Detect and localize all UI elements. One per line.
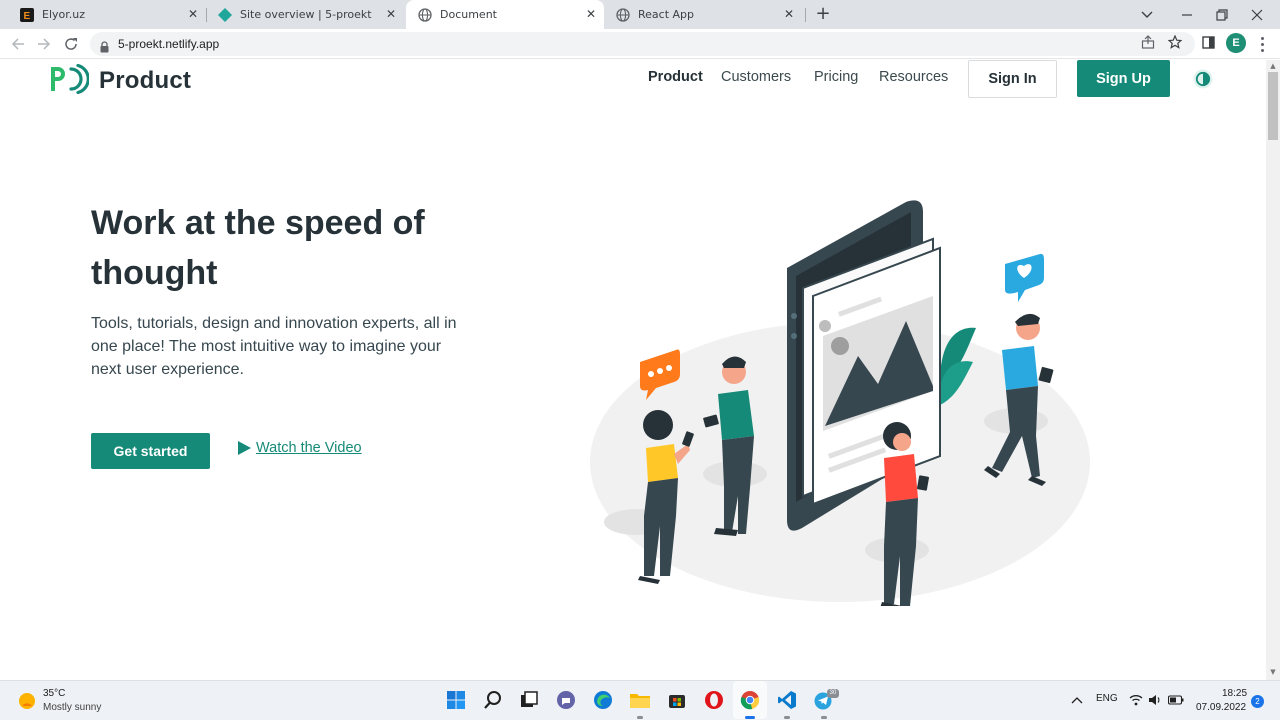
hero-title: Work at the speed of thought bbox=[91, 204, 425, 292]
tab-search-icon[interactable] bbox=[1130, 0, 1164, 29]
side-panel-icon[interactable] bbox=[1200, 34, 1216, 50]
app-running-indicator bbox=[637, 716, 643, 719]
globe-icon bbox=[616, 7, 630, 22]
play-icon bbox=[238, 441, 251, 455]
edge-browser-icon[interactable] bbox=[591, 688, 615, 712]
brand-logo-icon[interactable] bbox=[49, 64, 89, 94]
tab-title: React App bbox=[638, 8, 695, 21]
notification-badge[interactable]: 2 bbox=[1251, 695, 1264, 708]
watch-video-label: Watch the Video bbox=[256, 440, 362, 456]
page-scrollbar[interactable]: ▲ ▼ bbox=[1266, 60, 1280, 680]
hero-description: Tools, tutorials, design and innovation … bbox=[91, 315, 457, 378]
language-indicator[interactable]: ENG bbox=[1096, 693, 1118, 704]
microsoft-store-icon[interactable] bbox=[665, 688, 689, 712]
elyor-favicon: E bbox=[20, 7, 34, 22]
windows-start-icon[interactable] bbox=[444, 688, 468, 712]
bookmark-star-icon[interactable] bbox=[1167, 34, 1183, 50]
search-icon[interactable] bbox=[481, 688, 505, 712]
netlify-favicon bbox=[218, 7, 232, 22]
sign-up-button[interactable]: Sign Up bbox=[1077, 60, 1170, 97]
tab-title: Elyor.uz bbox=[42, 8, 86, 21]
restore-button[interactable] bbox=[1205, 0, 1239, 29]
menu-icon[interactable] bbox=[1256, 34, 1268, 54]
share-icon[interactable] bbox=[1140, 34, 1156, 50]
reload-icon[interactable] bbox=[61, 34, 81, 54]
browser-toolbar: 5-proekt.netlify.app E bbox=[0, 29, 1280, 59]
new-tab-button[interactable]: + bbox=[813, 4, 833, 24]
hero-illustration bbox=[590, 200, 1090, 606]
address-bar[interactable]: 5-proekt.netlify.app bbox=[90, 32, 1195, 56]
tab-site-overview[interactable]: Site overview | 5-proekt ✕ bbox=[206, 0, 404, 29]
close-icon[interactable]: ✕ bbox=[584, 7, 598, 21]
lock-icon[interactable] bbox=[100, 38, 109, 57]
file-explorer-icon[interactable] bbox=[628, 688, 652, 712]
scrollbar-thumb[interactable] bbox=[1268, 72, 1278, 140]
teams-chat-icon[interactable] bbox=[554, 688, 578, 712]
opera-browser-icon[interactable] bbox=[702, 688, 726, 712]
nav-pricing[interactable]: Pricing bbox=[814, 69, 858, 85]
telegram-badge: 30 bbox=[827, 689, 839, 698]
brand-name[interactable]: Product bbox=[99, 67, 191, 95]
nav-resources[interactable]: Resources bbox=[879, 69, 948, 85]
tab-react-app[interactable]: React App ✕ bbox=[604, 0, 802, 29]
watch-video-link[interactable]: Watch the Video bbox=[238, 440, 362, 456]
minimize-button[interactable] bbox=[1170, 0, 1204, 29]
tab-elyor[interactable]: E Elyor.uz ✕ bbox=[8, 0, 206, 29]
app-running-indicator bbox=[745, 716, 755, 719]
nav-product[interactable]: Product bbox=[648, 69, 703, 85]
close-icon[interactable]: ✕ bbox=[384, 7, 398, 21]
svg-text:E: E bbox=[24, 11, 31, 22]
close-icon[interactable]: ✕ bbox=[186, 7, 200, 21]
tab-title: Document bbox=[440, 8, 497, 21]
clock-time[interactable]: 18:25 bbox=[1222, 688, 1247, 699]
chevron-up-icon[interactable] bbox=[1065, 688, 1089, 712]
tab-document[interactable]: Document ✕ bbox=[406, 0, 604, 29]
page-viewport: Product Product Customers Pricing Resour… bbox=[0, 60, 1266, 680]
chrome-browser-icon[interactable] bbox=[738, 688, 762, 712]
theme-toggle-icon[interactable] bbox=[1193, 69, 1213, 89]
weather-description[interactable]: Mostly sunny bbox=[43, 702, 101, 713]
globe-icon bbox=[418, 7, 432, 22]
task-view-icon[interactable] bbox=[517, 688, 541, 712]
vscode-icon[interactable] bbox=[775, 688, 799, 712]
sign-in-button[interactable]: Sign In bbox=[968, 60, 1057, 98]
battery-icon[interactable] bbox=[1164, 688, 1188, 712]
scroll-up-icon[interactable]: ▲ bbox=[1269, 62, 1277, 70]
browser-tab-strip: E Elyor.uz ✕ Site overview | 5-proekt ✕ … bbox=[0, 0, 1280, 29]
url-text: 5-proekt.netlify.app bbox=[118, 37, 220, 51]
tab-title: Site overview | 5-proekt bbox=[240, 8, 372, 21]
clock-date[interactable]: 07.09.2022 bbox=[1196, 702, 1246, 713]
close-window-button[interactable] bbox=[1240, 0, 1274, 29]
nav-customers[interactable]: Customers bbox=[721, 69, 791, 85]
tab-separator bbox=[805, 8, 806, 22]
scroll-down-icon[interactable]: ▼ bbox=[1269, 668, 1277, 676]
back-arrow-icon[interactable] bbox=[8, 34, 28, 54]
app-running-indicator bbox=[784, 716, 790, 719]
app-running-indicator bbox=[821, 716, 827, 719]
weather-temperature[interactable]: 35°C bbox=[43, 688, 65, 699]
close-icon[interactable]: ✕ bbox=[782, 7, 796, 21]
windows-taskbar: 35°C Mostly sunny 30 ENG 18:25 07.09.202… bbox=[0, 680, 1280, 720]
forward-arrow-icon[interactable] bbox=[34, 34, 54, 54]
profile-avatar[interactable]: E bbox=[1226, 33, 1246, 53]
get-started-button[interactable]: Get started bbox=[91, 433, 210, 469]
weather-sun-icon[interactable] bbox=[17, 691, 37, 711]
